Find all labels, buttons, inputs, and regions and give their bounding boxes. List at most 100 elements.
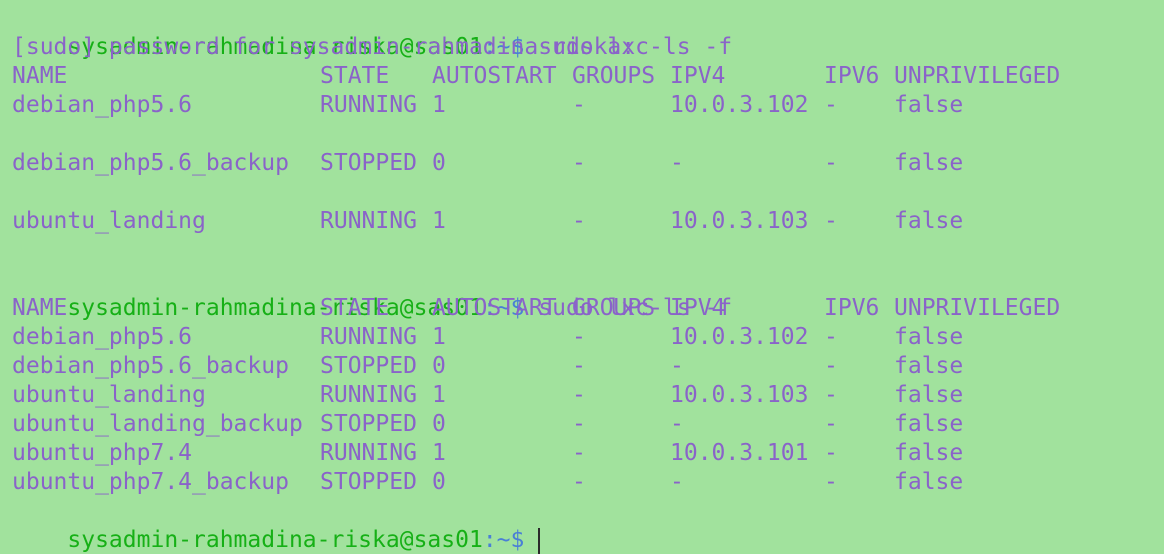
cell-groups: - (572, 469, 586, 495)
terminal-window[interactable]: sysadmin-rahmadina-riska@sas01:~$ sudo l… (0, 0, 1164, 554)
cell-unprivileged: false (894, 150, 964, 176)
cell-ipv4: - (670, 150, 684, 176)
header-autostart: AUTOSTART (432, 63, 557, 89)
cell-autostart: 1 (432, 440, 446, 466)
prompt-path: ~ (496, 527, 511, 553)
cell-ipv6: - (824, 382, 838, 408)
table-row: ubuntu_landing_backup STOPPED 0 - - - false (12, 410, 1164, 439)
cell-name: ubuntu_php7.4_backup (12, 469, 289, 495)
cell-groups: - (572, 92, 586, 118)
cell-autostart: 0 (432, 150, 446, 176)
cell-groups: - (572, 440, 586, 466)
cell-ipv6: - (824, 324, 838, 350)
cell-groups: - (572, 208, 586, 234)
header-ipv6: IPV6 (824, 63, 880, 89)
cell-unprivileged: false (894, 411, 964, 437)
header-autostart: AUTOSTART (432, 295, 557, 321)
cell-autostart: 1 (432, 92, 446, 118)
table-row: debian_php5.6_backup STOPPED 0 - - - false (12, 149, 1164, 178)
cell-ipv6: - (824, 440, 838, 466)
cell-unprivileged: false (894, 353, 964, 379)
table-header: NAME STATE AUTOSTART GROUPS IPV4 IPV6 UNPRIVIL… (12, 62, 1164, 91)
table-row: debian_php5.6 RUNNING 1-10.0.3.102- false (12, 323, 1164, 352)
cell-unprivileged: false (894, 469, 964, 495)
cell-ipv6: - (824, 208, 838, 234)
cell-ipv4: - (670, 411, 684, 437)
cell-name: ubuntu_landing_backup (12, 411, 303, 437)
table-row: ubuntu_landing RUNNING 1-10.0.3.103- false (12, 207, 1164, 236)
cell-ipv6: - (824, 411, 838, 437)
cell-ipv6: - (824, 353, 838, 379)
header-name: NAME (12, 295, 68, 321)
header-state: STATE (320, 63, 390, 89)
cell-state: RUNNING (320, 440, 417, 466)
cell-ipv6: - (824, 92, 838, 118)
cell-groups: - (572, 150, 586, 176)
cell-name: debian_php5.6_backup (12, 150, 289, 176)
sudo-password-prompt: [sudo] password for sysadmin-rahmadina-r… (12, 34, 636, 60)
cell-state: RUNNING (320, 92, 417, 118)
cell-groups: - (572, 382, 586, 408)
cell-unprivileged: false (894, 440, 964, 466)
header-name: NAME (12, 63, 68, 89)
prompt-symbol: $ (510, 527, 525, 553)
cell-name: ubuntu_landing (12, 208, 206, 234)
cell-autostart: 1 (432, 324, 446, 350)
header-state: STATE (320, 295, 390, 321)
cell-groups: - (572, 411, 586, 437)
prompt-line: sysadmin-rahmadina-riska@sas01:~$ sudo l… (12, 4, 1164, 60)
cell-name: debian_php5.6_backup (12, 353, 289, 379)
cell-state: RUNNING (320, 208, 417, 234)
cell-autostart: 1 (432, 382, 446, 408)
header-groups: GROUPS (572, 63, 656, 89)
cell-autostart: 0 (432, 469, 446, 495)
cell-groups: - (572, 324, 586, 350)
prompt-line-active[interactable]: sysadmin-rahmadina-riska@sas01:~$ (12, 497, 1164, 554)
header-unprivileged: UNPRIVILEGED (894, 63, 1061, 89)
cell-state: STOPPED (320, 411, 417, 437)
cell-unprivileged: false (894, 92, 964, 118)
cell-unprivileged: false (894, 208, 964, 234)
cell-ipv4: 10.0.3.101 (670, 440, 809, 466)
cell-name: ubuntu_landing (12, 382, 206, 408)
header-groups: GROUPS (572, 295, 656, 321)
cell-ipv6: - (824, 150, 838, 176)
table-row: debian_php5.6 RUNNING 1-10.0.3.102- false (12, 91, 1164, 120)
table-row: debian_php5.6_backup STOPPED 0 - - - false (12, 352, 1164, 381)
header-unprivileged: UNPRIVILEGED (894, 295, 1061, 321)
cell-state: STOPPED (320, 150, 417, 176)
cell-ipv4: 10.0.3.102 (670, 92, 809, 118)
prompt-line: sysadmin-rahmadina-riska@sas01:~$ sudo l… (12, 265, 1164, 321)
header-ipv6: IPV6 (824, 295, 880, 321)
prompt-separator: : (482, 527, 497, 553)
table-row: ubuntu_php7.4 RUNNING 1-10.0.3.101- false (12, 439, 1164, 468)
cell-ipv4: 10.0.3.102 (670, 324, 809, 350)
prompt-user-host: sysadmin-rahmadina-riska@sas01 (67, 527, 483, 553)
cell-ipv4: 10.0.3.103 (670, 208, 809, 234)
cell-name: debian_php5.6 (12, 324, 193, 350)
cell-ipv4: 10.0.3.103 (670, 382, 809, 408)
cell-state: STOPPED (320, 469, 417, 495)
cell-autostart: 0 (432, 353, 446, 379)
cell-name: ubuntu_php7.4 (12, 440, 193, 466)
container-table: debian_php5.6 RUNNING 1-10.0.3.102- false de… (12, 323, 1164, 497)
cell-ipv6: - (824, 469, 838, 495)
container-table: debian_php5.6 RUNNING 1-10.0.3.102- false de… (12, 91, 1164, 265)
cell-name: debian_php5.6 (12, 92, 193, 118)
cell-ipv4: - (670, 469, 684, 495)
cell-unprivileged: false (894, 324, 964, 350)
cell-autostart: 0 (432, 411, 446, 437)
table-header: NAME STATE AUTOSTART GROUPS IPV4 IPV6 UNPRIVIL… (12, 294, 1164, 323)
cell-groups: - (572, 353, 586, 379)
cell-autostart: 1 (432, 208, 446, 234)
table-row: ubuntu_landing RUNNING 1-10.0.3.103- false (12, 381, 1164, 410)
text-cursor (538, 527, 541, 554)
cell-unprivileged: false (894, 382, 964, 408)
cell-state: STOPPED (320, 353, 417, 379)
cell-state: RUNNING (320, 324, 417, 350)
cell-ipv4: - (670, 353, 684, 379)
cell-state: RUNNING (320, 382, 417, 408)
header-ipv4: IPV4 (670, 295, 726, 321)
